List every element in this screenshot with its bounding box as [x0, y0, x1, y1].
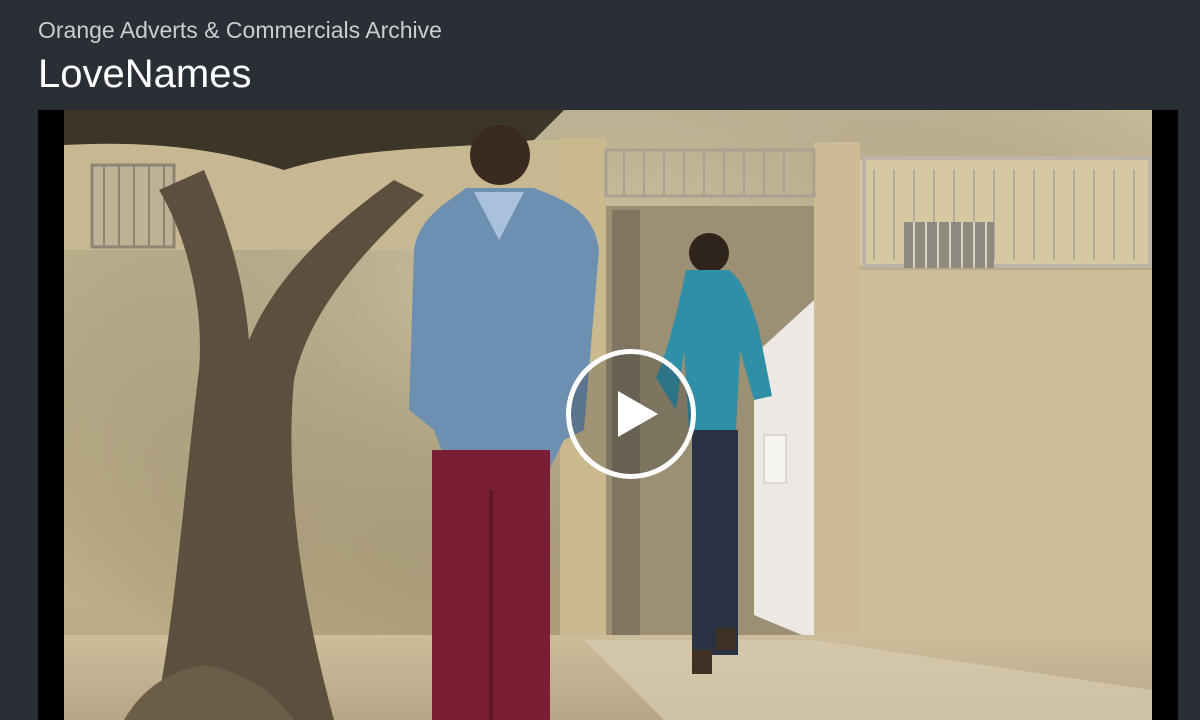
video-title: LoveNames: [38, 52, 252, 96]
play-icon: [618, 391, 658, 437]
video-frame[interactable]: [64, 110, 1152, 720]
page: Orange Adverts & Commercials Archive Lov…: [0, 0, 1200, 720]
play-button[interactable]: [566, 349, 696, 479]
archive-name[interactable]: Orange Adverts & Commercials Archive: [38, 17, 442, 44]
header: Orange Adverts & Commercials Archive Lov…: [38, 0, 1158, 110]
video-player[interactable]: [38, 110, 1178, 720]
